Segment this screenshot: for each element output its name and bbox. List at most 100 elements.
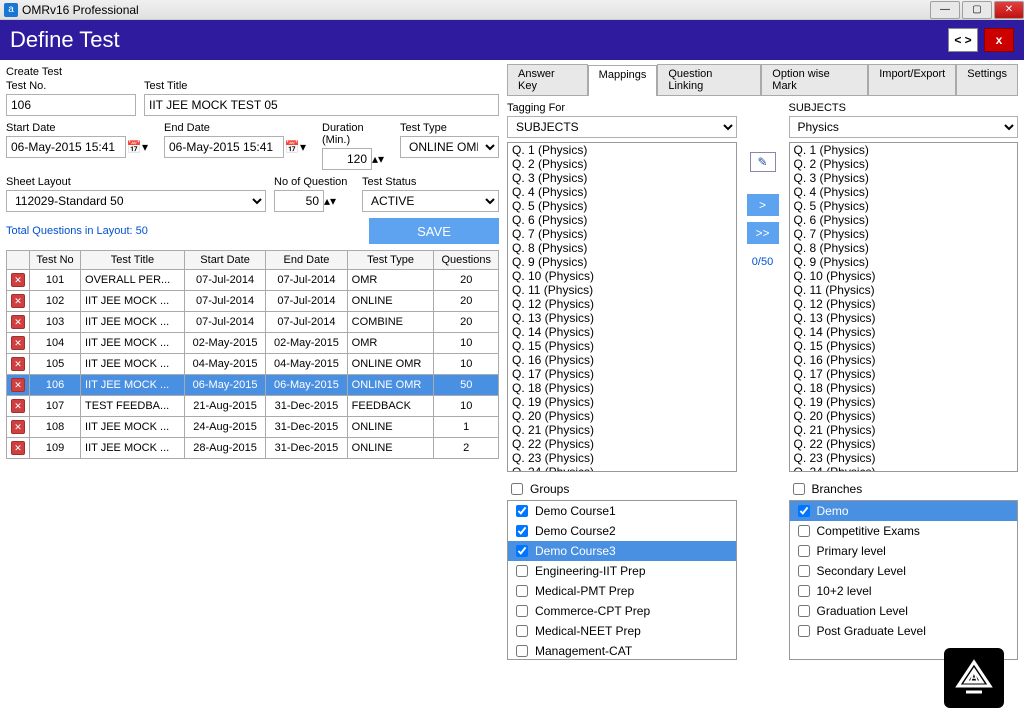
- calendar-icon[interactable]: 📅: [126, 140, 142, 154]
- list-item[interactable]: Q. 13 (Physics): [508, 311, 736, 325]
- groups-checkbox[interactable]: [511, 483, 523, 495]
- list-item[interactable]: Q. 5 (Physics): [790, 199, 1018, 213]
- list-item[interactable]: Commerce-CPT Prep: [508, 601, 736, 621]
- spinner-icon[interactable]: ▴▾: [324, 194, 338, 208]
- list-item[interactable]: Engineering-IIT Prep: [508, 561, 736, 581]
- list-item[interactable]: Q. 9 (Physics): [508, 255, 736, 269]
- list-item[interactable]: Q. 4 (Physics): [508, 185, 736, 199]
- row-delete[interactable]: ✕: [7, 270, 30, 291]
- table-row[interactable]: ✕103IIT JEE MOCK ...07-Jul-201407-Jul-20…: [7, 312, 499, 333]
- list-item[interactable]: Q. 13 (Physics): [790, 311, 1018, 325]
- delete-icon[interactable]: ✕: [11, 378, 25, 392]
- delete-icon[interactable]: ✕: [11, 315, 25, 329]
- list-item[interactable]: Q. 21 (Physics): [790, 423, 1018, 437]
- tab-settings[interactable]: Settings: [956, 64, 1018, 95]
- list-item[interactable]: Q. 6 (Physics): [790, 213, 1018, 227]
- checkbox[interactable]: [516, 625, 528, 637]
- list-item[interactable]: Demo Course1: [508, 501, 736, 521]
- list-item[interactable]: Q. 5 (Physics): [508, 199, 736, 213]
- question-list-right[interactable]: Q. 1 (Physics)Q. 2 (Physics)Q. 3 (Physic…: [789, 142, 1019, 472]
- groups-list[interactable]: Demo Course1Demo Course2Demo Course3Engi…: [507, 500, 737, 660]
- list-item[interactable]: Post Graduate Level: [790, 621, 1018, 641]
- list-item[interactable]: Q. 7 (Physics): [508, 227, 736, 241]
- subject-select[interactable]: Physics: [789, 116, 1019, 138]
- list-item[interactable]: Q. 18 (Physics): [790, 381, 1018, 395]
- checkbox[interactable]: [516, 585, 528, 597]
- delete-icon[interactable]: ✕: [11, 399, 25, 413]
- list-item[interactable]: Competitive Exams: [790, 521, 1018, 541]
- list-item[interactable]: Q. 19 (Physics): [508, 395, 736, 409]
- list-item[interactable]: Q. 24 (Physics): [508, 465, 736, 472]
- minimize-button[interactable]: —: [930, 1, 960, 19]
- checkbox[interactable]: [798, 505, 810, 517]
- list-item[interactable]: Q. 2 (Physics): [508, 157, 736, 171]
- branches-checkbox[interactable]: [793, 483, 805, 495]
- list-item[interactable]: Medical-NEET Prep: [508, 621, 736, 641]
- list-item[interactable]: Q. 4 (Physics): [790, 185, 1018, 199]
- list-item[interactable]: Q. 24 (Physics): [790, 465, 1018, 472]
- test-no-input[interactable]: [6, 94, 136, 116]
- list-item[interactable]: Q. 21 (Physics): [508, 423, 736, 437]
- list-item[interactable]: Q. 22 (Physics): [790, 437, 1018, 451]
- move-all-button[interactable]: >>: [747, 222, 779, 244]
- row-delete[interactable]: ✕: [7, 312, 30, 333]
- row-delete[interactable]: ✕: [7, 291, 30, 312]
- tab-mappings[interactable]: Mappings: [588, 65, 658, 96]
- checkbox[interactable]: [516, 605, 528, 617]
- spinner-icon[interactable]: ▾: [142, 140, 156, 154]
- list-item[interactable]: Q. 15 (Physics): [790, 339, 1018, 353]
- list-item[interactable]: Q. 1 (Physics): [790, 143, 1018, 157]
- checkbox[interactable]: [798, 525, 810, 537]
- list-item[interactable]: Q. 17 (Physics): [508, 367, 736, 381]
- list-item[interactable]: Graduation Level: [790, 601, 1018, 621]
- list-item[interactable]: Q. 6 (Physics): [508, 213, 736, 227]
- checkbox[interactable]: [798, 565, 810, 577]
- row-delete[interactable]: ✕: [7, 438, 30, 459]
- list-item[interactable]: Q. 22 (Physics): [508, 437, 736, 451]
- start-date-input[interactable]: [6, 136, 126, 158]
- list-item[interactable]: Demo Course2: [508, 521, 736, 541]
- test-type-select[interactable]: ONLINE OMR: [400, 136, 499, 158]
- close-button[interactable]: ✕: [994, 1, 1024, 19]
- move-one-button[interactable]: >: [747, 194, 779, 216]
- list-item[interactable]: Q. 2 (Physics): [790, 157, 1018, 171]
- list-item[interactable]: Q. 20 (Physics): [790, 409, 1018, 423]
- list-item[interactable]: Q. 3 (Physics): [790, 171, 1018, 185]
- list-item[interactable]: Q. 19 (Physics): [790, 395, 1018, 409]
- tab-import-export[interactable]: Import/Export: [868, 64, 956, 95]
- table-row[interactable]: ✕108IIT JEE MOCK ...24-Aug-201531-Dec-20…: [7, 417, 499, 438]
- list-item[interactable]: Secondary Level: [790, 561, 1018, 581]
- list-item[interactable]: Demo Course3: [508, 541, 736, 561]
- list-item[interactable]: 10+2 level: [790, 581, 1018, 601]
- delete-icon[interactable]: ✕: [11, 441, 25, 455]
- tagging-for-select[interactable]: SUBJECTS: [507, 116, 737, 138]
- table-row[interactable]: ✕105IIT JEE MOCK ...04-May-201504-May-20…: [7, 354, 499, 375]
- list-item[interactable]: Medical-PMT Prep: [508, 581, 736, 601]
- no-of-question-input[interactable]: [274, 190, 324, 212]
- delete-icon[interactable]: ✕: [11, 420, 25, 434]
- toggle-button[interactable]: < >: [948, 28, 978, 52]
- table-row[interactable]: ✕107TEST FEEDBA...21-Aug-201531-Dec-2015…: [7, 396, 499, 417]
- table-row[interactable]: ✕102IIT JEE MOCK ...07-Jul-201407-Jul-20…: [7, 291, 499, 312]
- table-header[interactable]: Start Date: [184, 251, 265, 270]
- table-row[interactable]: ✕101OVERALL PER...07-Jul-201407-Jul-2014…: [7, 270, 499, 291]
- list-item[interactable]: Q. 12 (Physics): [790, 297, 1018, 311]
- table-header[interactable]: End Date: [266, 251, 347, 270]
- list-item[interactable]: Q. 14 (Physics): [508, 325, 736, 339]
- checkbox[interactable]: [516, 565, 528, 577]
- checkbox[interactable]: [798, 605, 810, 617]
- table-header[interactable]: Test Title: [81, 251, 185, 270]
- list-item[interactable]: Primary level: [790, 541, 1018, 561]
- table-header[interactable]: Test Type: [347, 251, 434, 270]
- delete-icon[interactable]: ✕: [11, 357, 25, 371]
- list-item[interactable]: Q. 23 (Physics): [790, 451, 1018, 465]
- list-item[interactable]: Q. 18 (Physics): [508, 381, 736, 395]
- list-item[interactable]: Q. 16 (Physics): [508, 353, 736, 367]
- list-item[interactable]: Q. 7 (Physics): [790, 227, 1018, 241]
- checkbox[interactable]: [798, 625, 810, 637]
- table-header[interactable]: Test No: [30, 251, 81, 270]
- list-item[interactable]: Q. 10 (Physics): [508, 269, 736, 283]
- list-item[interactable]: Demo: [790, 501, 1018, 521]
- row-delete[interactable]: ✕: [7, 354, 30, 375]
- checkbox[interactable]: [516, 525, 528, 537]
